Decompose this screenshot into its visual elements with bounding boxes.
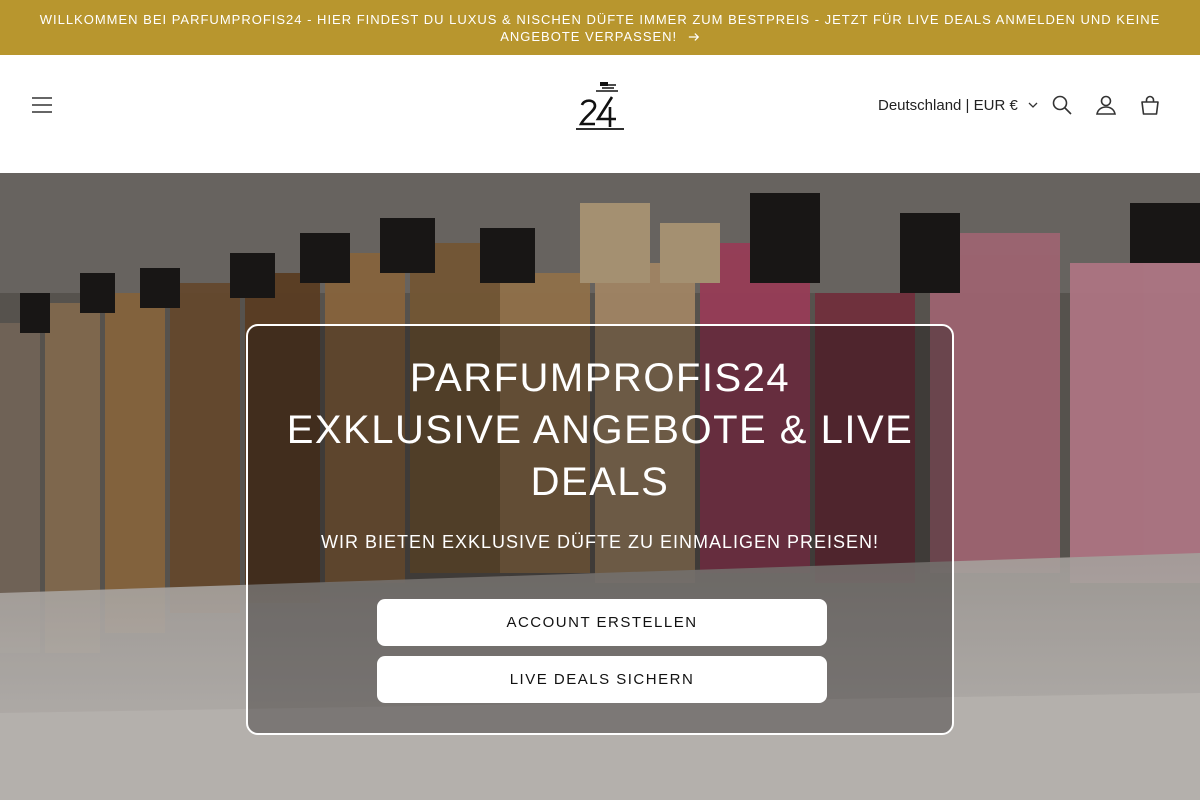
hero-title-line: EXKLUSIVE ANGEBOTE & LIVE (286, 408, 914, 452)
search-icon (1052, 95, 1072, 115)
country-selector[interactable]: Deutschland | EUR € (870, 88, 1046, 122)
site-logo[interactable] (572, 79, 628, 131)
hero-title-line: DEALS (530, 460, 670, 504)
menu-button[interactable] (20, 83, 64, 127)
country-selector-label: Deutschland | EUR € (878, 96, 1018, 114)
parfumprofis24-logo (576, 82, 624, 130)
chevron-down-icon (1028, 102, 1038, 108)
create-account-button[interactable]: ACCOUNT ERSTELLEN (377, 599, 827, 646)
hero-banner: PARFUMPROFIS24 EXKLUSIVE ANGEBOTE & LIVE… (0, 173, 1200, 800)
cart-icon (1141, 95, 1159, 115)
site-header: Deutschland | EUR € (0, 55, 1200, 173)
arrow-right-icon (688, 33, 699, 41)
hero-title: PARFUMPROFIS24 EXKLUSIVE ANGEBOTE & LIVE… (248, 352, 952, 508)
account-button[interactable] (1084, 83, 1128, 127)
search-button[interactable] (1040, 83, 1084, 127)
hero-subtitle: WIR BIETEN EXKLUSIVE DÜFTE ZU EINMALIGEN… (320, 532, 880, 552)
hamburger-icon (32, 97, 52, 113)
account-icon (1096, 95, 1116, 115)
announcement-bar: WILLKOMMEN BEI PARFUMPROFIS24 - HIER FIN… (0, 0, 1200, 55)
hero-title-line: PARFUMPROFIS24 (409, 356, 791, 400)
live-deals-button[interactable]: LIVE DEALS SICHERN (377, 656, 827, 703)
hero-content-box: PARFUMPROFIS24 EXKLUSIVE ANGEBOTE & LIVE… (246, 324, 954, 735)
announcement-text: WILLKOMMEN BEI PARFUMPROFIS24 - HIER FIN… (39, 11, 1161, 44)
cart-button[interactable] (1128, 83, 1172, 127)
announcement-link[interactable]: WILLKOMMEN BEI PARFUMPROFIS24 - HIER FIN… (30, 11, 1170, 45)
